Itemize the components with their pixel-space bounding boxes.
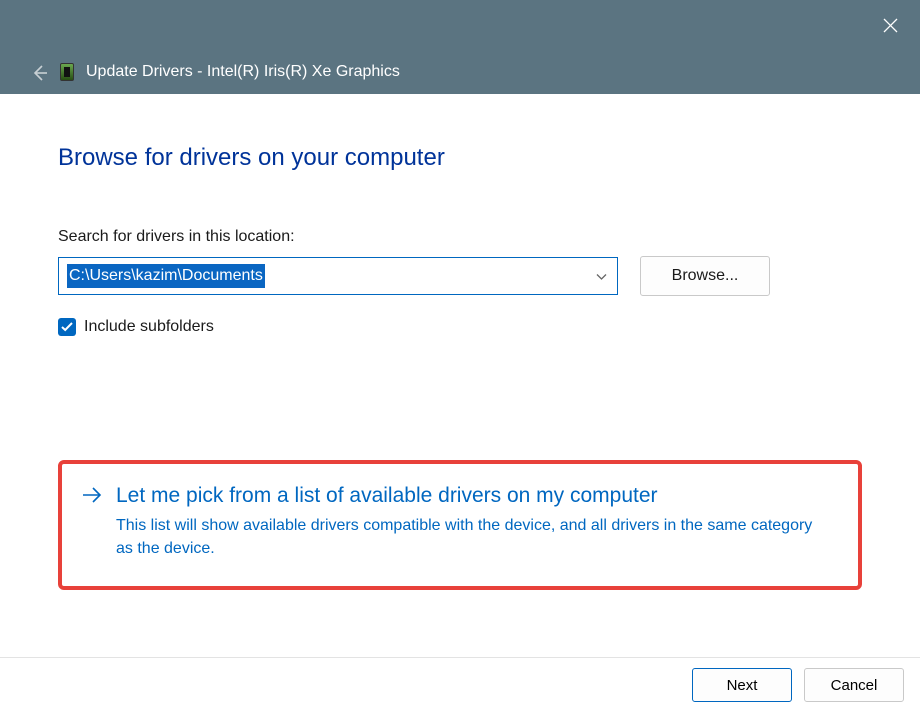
close-icon[interactable]: [874, 9, 906, 41]
search-location-label: Search for drivers in this location:: [58, 228, 862, 246]
wizard-title: Update Drivers - Intel(R) Iris(R) Xe Gra…: [86, 63, 400, 81]
next-button[interactable]: Next: [692, 668, 792, 702]
driver-path-combobox[interactable]: C:\Users\kazim\Documents: [58, 257, 618, 295]
arrow-right-icon: [82, 484, 102, 508]
chevron-down-icon[interactable]: [596, 268, 607, 285]
wizard-header: Update Drivers - Intel(R) Iris(R) Xe Gra…: [0, 50, 920, 94]
browse-button[interactable]: Browse...: [640, 256, 770, 296]
cancel-button[interactable]: Cancel: [804, 668, 904, 702]
window-titlebar: [0, 0, 920, 50]
include-subfolders-label: Include subfolders: [84, 318, 214, 336]
back-icon[interactable]: [30, 63, 48, 82]
device-icon: [60, 63, 74, 81]
driver-path-value: C:\Users\kazim\Documents: [67, 264, 265, 288]
wizard-content: Browse for drivers on your computer Sear…: [0, 94, 920, 590]
include-subfolders-checkbox[interactable]: [58, 318, 76, 336]
wizard-footer: Next Cancel: [0, 657, 920, 712]
pick-driver-option[interactable]: Let me pick from a list of available dri…: [58, 460, 862, 590]
pick-driver-option-description: This list will show available drivers co…: [116, 514, 816, 560]
page-title: Browse for drivers on your computer: [58, 144, 862, 172]
pick-driver-option-title: Let me pick from a list of available dri…: [116, 484, 816, 508]
